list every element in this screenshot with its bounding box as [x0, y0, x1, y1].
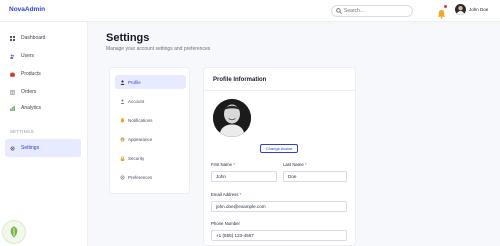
user-name: John Doe	[469, 7, 489, 12]
app-logo[interactable]: NovaAdmin	[9, 6, 45, 13]
sidebar-section-label: SETTINGS	[10, 129, 34, 134]
top-bar: NovaAdmin John Doe	[0, 0, 500, 22]
divider	[204, 90, 355, 91]
notifications-button[interactable]	[437, 5, 447, 19]
email-field[interactable]	[211, 201, 347, 212]
bell-icon	[120, 117, 125, 123]
settings-tabs: Profile Account Notifications Appearance…	[109, 67, 190, 194]
notification-badge	[444, 5, 447, 8]
profile-card: Profile Information Change Avatar First …	[203, 67, 356, 246]
floating-leaf-icon[interactable]	[2, 220, 26, 244]
tab-label: Security	[128, 155, 145, 161]
orders-icon	[10, 89, 15, 95]
account-icon	[120, 99, 125, 104]
sidebar-item-users[interactable]: Users	[5, 49, 81, 63]
gear-icon	[10, 145, 15, 151]
products-icon	[10, 71, 15, 77]
email-label: Email Address *	[211, 192, 242, 197]
sidebar-item-settings[interactable]: Settings	[5, 139, 81, 157]
sidebar: Dashboard Users Products Orders Analytic…	[0, 22, 88, 246]
sidebar-item-dashboard[interactable]: Dashboard	[5, 31, 81, 45]
last-name-field[interactable]	[283, 171, 347, 182]
sidebar-item-label: Users	[21, 53, 35, 59]
tab-account[interactable]: Account	[115, 94, 186, 108]
tab-security[interactable]: Security	[115, 151, 186, 165]
leaf-icon	[10, 226, 18, 238]
phone-field[interactable]	[211, 230, 347, 241]
bell-icon	[437, 9, 446, 19]
first-name-label: First Name *	[211, 162, 235, 167]
tab-notifications[interactable]: Notifications	[115, 113, 186, 127]
user-menu[interactable]: John Doe	[455, 4, 488, 15]
users-icon	[10, 54, 15, 59]
tab-preferences[interactable]: Preferences	[115, 170, 186, 184]
search-icon	[336, 8, 342, 14]
user-icon	[120, 79, 125, 85]
avatar	[455, 4, 466, 15]
sidebar-item-analytics[interactable]: Analytics	[5, 101, 81, 115]
sidebar-item-label: Orders	[21, 89, 37, 95]
tab-label: Notifications	[128, 117, 153, 123]
tab-label: Preferences	[128, 174, 153, 180]
search-box[interactable]	[331, 5, 413, 17]
palette-icon	[120, 136, 125, 142]
tab-label: Account	[128, 98, 145, 104]
page-title: Settings	[106, 32, 150, 44]
tab-appearance[interactable]: Appearance	[115, 132, 186, 146]
first-name-field[interactable]	[211, 171, 277, 182]
tab-label: Appearance	[128, 136, 153, 142]
page-subtitle: Manage your account settings and prefere…	[106, 46, 211, 52]
lock-icon	[120, 155, 125, 161]
analytics-icon	[10, 105, 15, 111]
sidebar-item-label: Analytics	[21, 105, 42, 111]
tab-profile[interactable]: Profile	[115, 75, 186, 89]
sidebar-item-label: Settings	[21, 145, 40, 151]
sidebar-item-products[interactable]: Products	[5, 67, 81, 81]
search-input[interactable]	[344, 8, 412, 14]
tab-label: Profile	[128, 79, 141, 85]
phone-label: Phone Number	[211, 221, 240, 226]
card-title: Profile Information	[213, 77, 267, 83]
sidebar-item-label: Dashboard	[21, 35, 46, 41]
sidebar-item-label: Products	[21, 71, 41, 77]
sidebar-item-orders[interactable]: Orders	[5, 85, 81, 99]
change-avatar-button[interactable]: Change Avatar	[260, 144, 298, 153]
last-name-label: Last Name *	[283, 162, 307, 167]
profile-avatar[interactable]	[213, 99, 251, 137]
sliders-icon	[120, 175, 125, 180]
dashboard-icon	[10, 35, 15, 41]
